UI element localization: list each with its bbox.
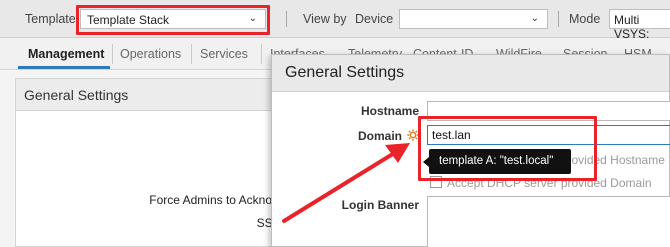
domain-label: Domain: [357, 129, 402, 143]
background-settings-panel: General Settings Force Admins to Acknowl…: [15, 78, 315, 247]
template-highlight-box: [76, 5, 270, 35]
tab-services[interactable]: Services: [200, 47, 248, 61]
login-banner-textarea[interactable]: [427, 196, 670, 247]
force-admins-label: Force Admins to Acknowle: [149, 193, 290, 207]
divider: [558, 11, 559, 27]
mode-select-value: Multi VSYS;: [614, 13, 650, 41]
domain-highlight-box: [418, 116, 597, 181]
tab-operations[interactable]: Operations: [120, 47, 181, 61]
active-tab-indicator: [18, 66, 110, 69]
tab-divider: [191, 44, 192, 64]
panel-title: General Settings: [16, 79, 314, 111]
chevron-down-icon: ⌄: [530, 13, 539, 24]
template-label: Template: [25, 12, 76, 26]
mode-select[interactable]: Multi VSYS;: [609, 9, 670, 41]
login-banner-label: Login Banner: [341, 198, 419, 212]
dialog-header: General Settings: [272, 55, 669, 92]
divider: [286, 11, 287, 27]
hostname-label: Hostname: [360, 104, 419, 118]
device-select[interactable]: ⌄: [399, 9, 548, 29]
tab-divider: [261, 44, 262, 64]
tab-management[interactable]: Management: [28, 47, 104, 61]
mode-label: Mode: [569, 12, 601, 26]
view-by-label: View by: [303, 12, 347, 26]
tab-divider: [112, 44, 113, 64]
device-label: Device: [355, 12, 394, 26]
dialog-title: General Settings: [285, 64, 405, 81]
